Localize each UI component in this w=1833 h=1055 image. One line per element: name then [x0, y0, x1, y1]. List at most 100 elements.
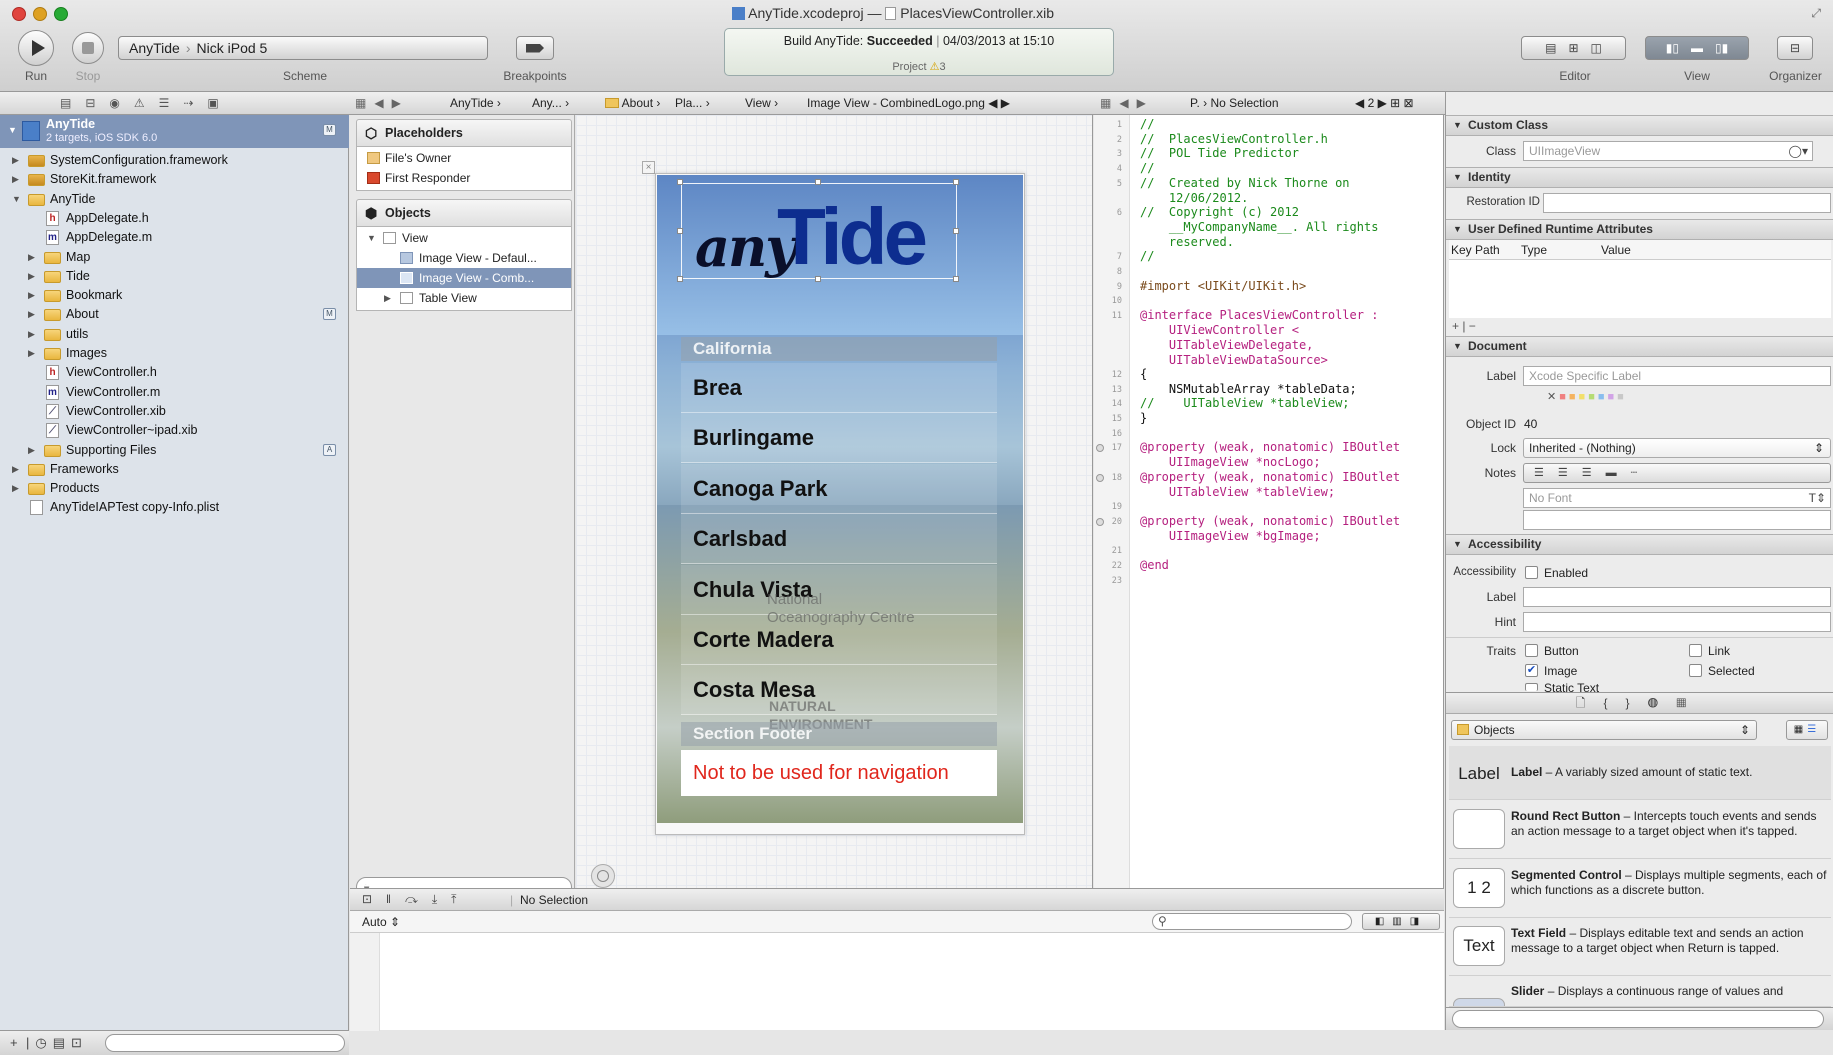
class-field[interactable]: UIImageView ◯▾ — [1523, 141, 1813, 161]
breakpoints-button[interactable] — [516, 36, 554, 60]
library-view-toggle[interactable]: ▦☰ — [1786, 720, 1828, 740]
stop-button[interactable] — [72, 32, 104, 64]
run-button[interactable] — [18, 30, 54, 66]
resize-handle[interactable] — [677, 228, 683, 234]
custom-class-section[interactable]: ▼ Custom Class — [1446, 115, 1833, 136]
file-tree-item[interactable]: ▶ Frameworks — [0, 460, 349, 479]
code-line[interactable]: @property (weak, nonatomic) IBOutlet UII… — [1140, 514, 1400, 544]
code-snippet-icon[interactable]: {} — [1603, 696, 1647, 710]
close-window-button[interactable] — [12, 7, 26, 21]
file-tree-item[interactable]: ⟋ ViewController~ipad.xib — [0, 421, 349, 440]
disclosure-closed-icon[interactable]: ▶ — [28, 286, 35, 305]
assistant-nav-icons[interactable]: ▦◀▶ — [1100, 96, 1154, 110]
navigator-selector-icons[interactable]: ▤⊟◉⚠☰⇢▣ — [60, 96, 233, 110]
table-row[interactable]: Carlsbad — [681, 514, 997, 565]
disclosure-closed-icon[interactable]: ▶ — [384, 288, 391, 308]
identity-section[interactable]: ▼ Identity — [1446, 167, 1833, 188]
lock-popup[interactable]: Inherited - (Nothing) ⇕ — [1523, 438, 1831, 458]
font-picker-icon[interactable]: T⇕ — [1809, 489, 1826, 507]
files-owner-item[interactable]: File's Owner — [357, 148, 571, 168]
fullscreen-icon[interactable]: ⤢ — [1811, 6, 1821, 21]
breadcrumb-group[interactable]: Any... › — [532, 96, 569, 110]
table-row[interactable]: Brea — [681, 363, 997, 413]
breadcrumb-project[interactable]: AnyTide › — [450, 96, 501, 110]
file-tree-item[interactable]: ▼ AnyTide — [0, 190, 349, 209]
outlet-connection-icon[interactable] — [1096, 473, 1104, 482]
disclosure-closed-icon[interactable]: ▶ — [28, 267, 35, 286]
disclosure-closed-icon[interactable]: ▶ — [12, 479, 19, 498]
code-line[interactable]: @property (weak, nonatomic) IBOutlet UIT… — [1140, 470, 1400, 500]
gray-swatch[interactable]: ■ — [1617, 391, 1627, 403]
library-item[interactable]: 1 2 Segmented Control – Displays multiple… — [1449, 860, 1831, 918]
file-template-icon[interactable]: 🗋 — [1576, 696, 1604, 710]
code-line[interactable]: } — [1140, 411, 1147, 426]
first-responder-item[interactable]: First Responder — [357, 168, 571, 188]
file-tree-item[interactable]: ▶ Supporting Files A — [0, 441, 349, 460]
code-line[interactable]: // — [1140, 117, 1154, 132]
icon-view-icon[interactable]: ▦ — [1794, 724, 1807, 735]
outline-view-item[interactable]: ▼ View — [357, 228, 571, 248]
code-line[interactable]: // — [1140, 161, 1154, 176]
outline-image-view-default[interactable]: Image View - Defaul... — [357, 248, 571, 268]
file-tree-item[interactable]: h ViewController.h — [0, 363, 349, 382]
code-line[interactable]: // POL Tide Predictor — [1140, 146, 1299, 161]
disclosure-open-icon[interactable]: ▼ — [1453, 168, 1462, 187]
file-tree-item[interactable]: ▶ SystemConfiguration.framework — [0, 151, 349, 170]
placeholders-header[interactable]: ⬡ Placeholders — [356, 119, 572, 147]
disclosure-closed-icon[interactable]: ▶ — [28, 248, 35, 267]
file-tree-item[interactable]: m ViewController.m — [0, 383, 349, 402]
acc-label-field[interactable] — [1523, 587, 1831, 607]
trait-link-checkbox[interactable] — [1689, 644, 1702, 657]
console-search-input[interactable]: ⚲ — [1152, 913, 1352, 930]
file-tree-item[interactable]: ▶ Images — [0, 344, 349, 363]
auto-scope-selector[interactable]: Auto ⇕ — [362, 915, 400, 929]
no-color-icon[interactable]: ✕ — [1547, 391, 1559, 403]
library-selector-tabs[interactable]: 🗋{}◍▦ — [1446, 692, 1833, 714]
outline-image-view-combined[interactable]: Image View - Comb... — [357, 268, 571, 288]
version-editor-icon[interactable]: ◫ — [1591, 41, 1602, 55]
code-line[interactable]: // Copyright (c) 2012 __MyCompanyName__.… — [1140, 205, 1378, 250]
disclosure-closed-icon[interactable]: ▶ — [28, 344, 35, 363]
debug-controls-icons[interactable]: ⊡‖⤼⤓⤒ — [362, 892, 470, 907]
disclosure-open-icon[interactable]: ▼ — [8, 125, 17, 135]
file-tree-item[interactable]: AnyTideIAPTest copy-Info.plist — [0, 498, 349, 517]
file-tree-item[interactable]: ▶ Map — [0, 248, 349, 267]
attributes-table-body[interactable] — [1449, 260, 1831, 318]
disclosure-open-icon[interactable]: ▼ — [1453, 535, 1462, 554]
file-tree-item[interactable]: ▶ StoreKit.framework — [0, 170, 349, 189]
assistant-counter[interactable]: ◀ 2 ▶ ⊞ ⊠ — [1355, 96, 1414, 110]
trait-button-checkbox[interactable] — [1525, 644, 1538, 657]
objects-header[interactable]: ⬢ Objects — [356, 199, 572, 227]
file-tree-item[interactable]: ▶ Tide — [0, 267, 349, 286]
resize-handle[interactable] — [677, 276, 683, 282]
scheme-selector[interactable]: AnyTide › Nick iPod 5 — [118, 36, 488, 60]
debug-toggle-icon[interactable]: ▬ — [1691, 41, 1703, 55]
standard-editor-icon[interactable]: ▤ — [1545, 41, 1556, 55]
restoration-id-field[interactable] — [1543, 193, 1831, 213]
object-library-icon[interactable]: ◍ — [1647, 696, 1676, 710]
enabled-checkbox[interactable] — [1525, 566, 1538, 579]
minimize-window-button[interactable] — [33, 7, 47, 21]
resize-handle[interactable] — [677, 179, 683, 185]
code-line[interactable]: // UITableView *tableView; — [1140, 396, 1350, 411]
yellow-swatch[interactable]: ■ — [1579, 391, 1589, 403]
resize-handle[interactable] — [815, 276, 821, 282]
library-category-popup[interactable]: Objects ⇕ — [1451, 720, 1757, 740]
disclosure-closed-icon[interactable]: ▶ — [28, 305, 35, 324]
acc-hint-field[interactable] — [1523, 612, 1831, 632]
resize-handle[interactable] — [815, 179, 821, 185]
related-items-icon[interactable]: ▦◀▶ — [355, 96, 409, 110]
console-layout-toggle[interactable]: ◧▥◨ — [1362, 913, 1440, 930]
code-line[interactable]: #import <UIKit/UIKit.h> — [1140, 279, 1306, 294]
document-section[interactable]: ▼ Document — [1446, 336, 1833, 357]
phone-screen[interactable]: any Tide California Brea Burlingame Canoga… — [657, 175, 1023, 823]
purple-swatch[interactable]: ■ — [1608, 391, 1618, 403]
code-line[interactable]: // Created by Nick Thorne on 12/06/2012. — [1140, 176, 1350, 206]
add-remove-attribute-icons[interactable]: + | − — [1452, 319, 1476, 333]
media-library-icon[interactable]: ▦ — [1676, 696, 1704, 710]
code-line[interactable]: // PlacesViewController.h — [1140, 132, 1328, 147]
library-item[interactable]: Label Label – A variably sized amount of … — [1449, 746, 1831, 800]
add-file-icon[interactable]: + — [10, 1035, 18, 1050]
disclosure-open-icon[interactable]: ▼ — [367, 228, 376, 248]
view-toggle-control[interactable]: ▮▯ ▬ ▯▮ — [1645, 36, 1749, 60]
